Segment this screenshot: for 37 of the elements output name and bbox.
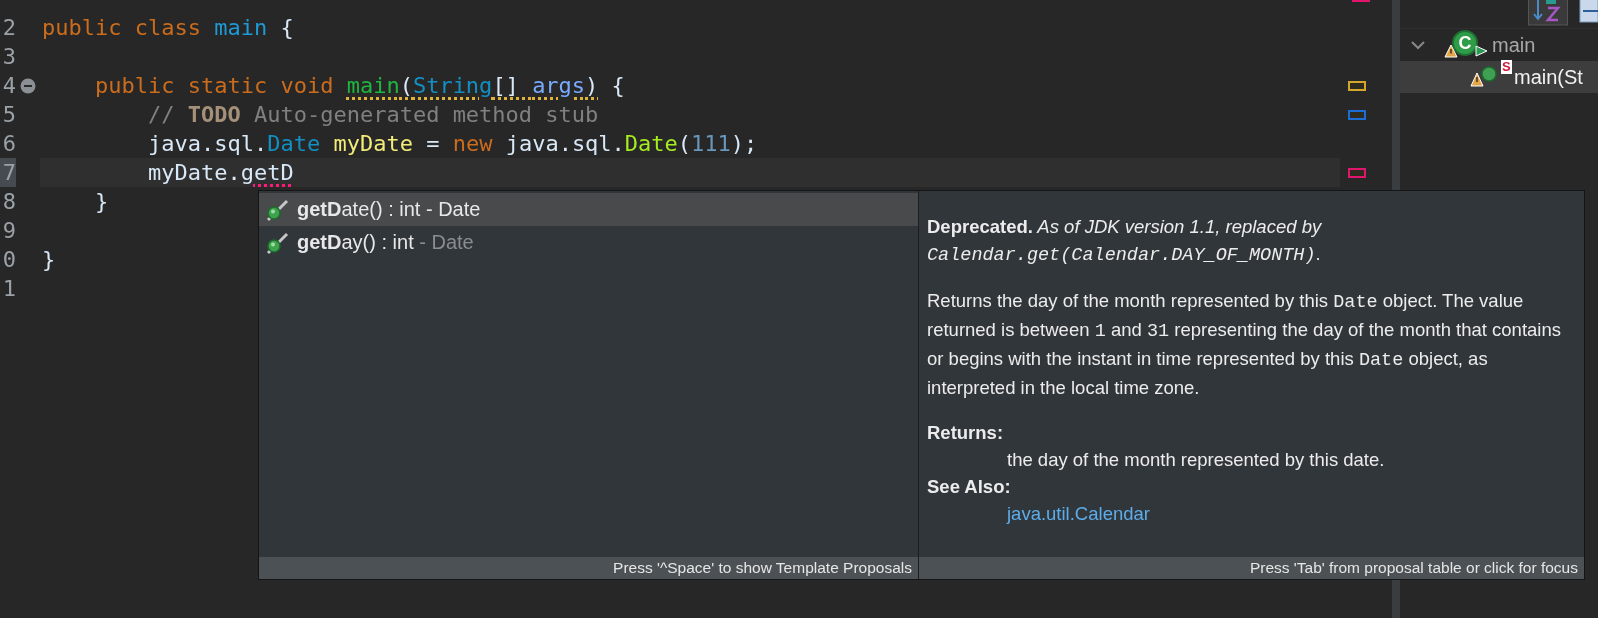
line-number: 7 <box>0 158 16 187</box>
line-number: 4 <box>1 72 16 100</box>
tree-item-label[interactable]: main(St <box>1514 65 1583 89</box>
doc-paragraph: Deprecated. As of JDK version 1.1, replaced by Calendar.get(Calendar.DAY_OF_MONTH). <box>927 215 1323 268</box>
doc-paragraph: Returns the day of the month represented by this Date object. The value returned is between 1 and 31 representing the day of the month that contains or begins with the instant in time represented by this Date object, as interpreted in the local time zone. <box>927 289 1562 400</box>
line-number: 3 <box>1 43 16 71</box>
sort-icon[interactable] <box>1528 0 1568 26</box>
code-line: public static void main(String[] args) { <box>95 72 625 99</box>
annotation-marker[interactable] <box>1348 81 1366 91</box>
code-line: } <box>95 188 109 215</box>
annotation-marker[interactable] <box>1348 168 1366 178</box>
annotation-marker[interactable] <box>1348 110 1366 120</box>
footer-hint: Press 'Tab' from proposal table or click for focus <box>1249 559 1578 577</box>
collapse-icon[interactable] <box>20 77 36 94</box>
section-heading: See Also: <box>927 475 1012 499</box>
doc-text: the day of the month represented by this date. <box>1006 448 1386 472</box>
doc-link[interactable]: java.util.Calendar <box>1007 503 1150 524</box>
code-line: myDate.getD <box>147 159 294 186</box>
code-line: // TODO Auto-generated method stub <box>147 101 599 128</box>
line-number: 1 <box>1 275 16 303</box>
line-number: 5 <box>1 101 16 129</box>
code-line: java.sql.Date myDate = new java.sql.Date(111); <box>147 130 758 157</box>
code-line: } <box>42 246 56 273</box>
method-icon <box>265 230 289 255</box>
code-line: public class main { <box>42 14 294 41</box>
section-heading: Returns: <box>927 421 1005 445</box>
proposal-item[interactable]: getDate() : int - Date <box>259 193 918 226</box>
proposal-item[interactable]: getDay() : int - Date <box>259 226 918 259</box>
line-number: 2 <box>1 14 16 42</box>
tree-item-label[interactable]: main <box>1492 33 1536 57</box>
line-number: 9 <box>1 217 16 245</box>
footer-hint: Press '^Space' to show Template Proposals <box>613 559 912 577</box>
line-number: 8 <box>1 188 16 216</box>
line-number: 6 <box>1 130 16 158</box>
method-icon <box>265 197 289 222</box>
panel-icon[interactable] <box>1578 0 1598 26</box>
line-number: 0 <box>1 246 16 274</box>
